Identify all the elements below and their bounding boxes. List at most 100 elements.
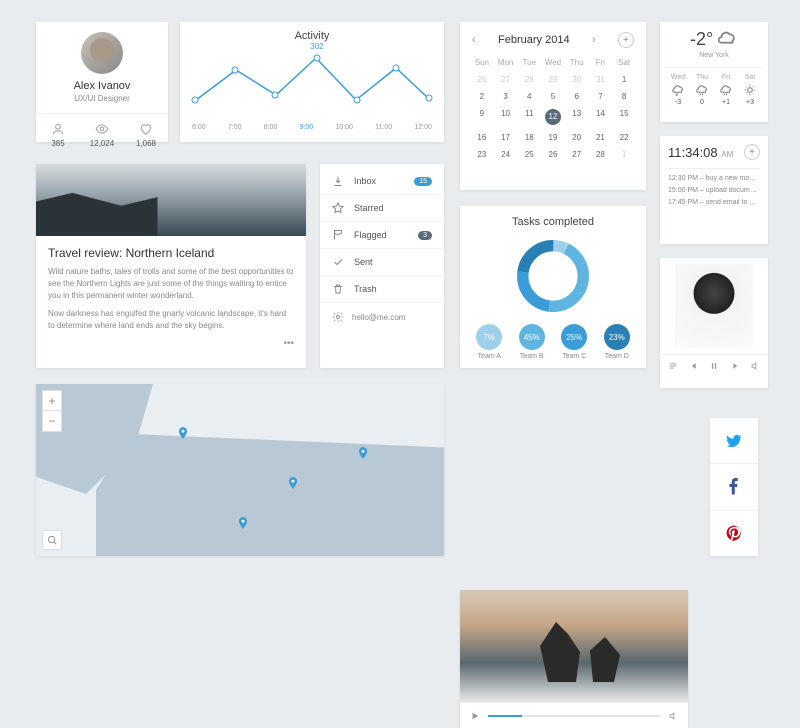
activity-card: Activity 302 6:007:008:009:0010:0011:001… bbox=[180, 22, 444, 142]
cal-day[interactable]: 22 bbox=[614, 133, 634, 142]
cal-day[interactable]: 28 bbox=[591, 150, 611, 159]
volume-icon[interactable] bbox=[750, 361, 760, 371]
mail-item-sent[interactable]: Sent bbox=[320, 249, 444, 276]
twitter-button[interactable] bbox=[710, 418, 758, 464]
cal-day[interactable]: 21 bbox=[591, 133, 611, 142]
map-card[interactable]: + − bbox=[36, 384, 444, 556]
cal-day[interactable]: 15 bbox=[614, 109, 634, 125]
mail-item-inbox[interactable]: Inbox15 bbox=[320, 168, 444, 195]
cal-dow: Thu bbox=[567, 58, 587, 67]
tasks-card: Tasks completed 7%Team A45%Team B25%Team… bbox=[460, 206, 646, 368]
clock-add[interactable]: + bbox=[744, 144, 760, 160]
cal-day[interactable]: 25 bbox=[519, 150, 539, 159]
cal-day[interactable]: 16 bbox=[472, 133, 492, 142]
article-more[interactable]: ••• bbox=[48, 338, 294, 349]
playlist-icon[interactable] bbox=[668, 361, 678, 371]
tasks-title: Tasks completed bbox=[470, 216, 636, 228]
weather-icon bbox=[671, 83, 685, 97]
gear-icon bbox=[332, 311, 344, 323]
task-team[interactable]: 45%Team B bbox=[513, 324, 552, 360]
cal-prev[interactable]: ‹ bbox=[472, 34, 476, 46]
cal-day[interactable]: 1 bbox=[614, 75, 634, 84]
cal-day[interactable]: 24 bbox=[496, 150, 516, 159]
cal-day[interactable]: 2 bbox=[472, 92, 492, 101]
task-team[interactable]: 23%Team D bbox=[598, 324, 637, 360]
forecast-day[interactable]: Thu0 bbox=[690, 74, 714, 106]
task-team[interactable]: 7%Team A bbox=[470, 324, 509, 360]
cal-day-dim[interactable]: 31 bbox=[591, 75, 611, 84]
mail-footer[interactable]: hello@me.com bbox=[320, 303, 444, 331]
video-frame[interactable] bbox=[460, 590, 688, 702]
peak-label: 302 bbox=[310, 42, 323, 51]
cal-day-dim[interactable]: 27 bbox=[496, 75, 516, 84]
cal-day[interactable]: 7 bbox=[591, 92, 611, 101]
map-pin-1[interactable] bbox=[176, 424, 190, 442]
cal-day[interactable]: 19 bbox=[543, 133, 563, 142]
mail-icon bbox=[332, 229, 344, 241]
profile-card: Alex Ivanov UX/UI Designer 385 12,024 1,… bbox=[36, 22, 168, 142]
cal-dow: Wed bbox=[543, 58, 563, 67]
cal-day[interactable]: 13 bbox=[567, 109, 587, 125]
forecast-day[interactable]: Wed-3 bbox=[666, 74, 690, 106]
cal-day[interactable]: 27 bbox=[567, 150, 587, 159]
pause-icon[interactable] bbox=[709, 361, 719, 371]
cal-add[interactable]: + bbox=[618, 32, 634, 48]
cal-day[interactable]: 11 bbox=[519, 109, 539, 125]
cal-next[interactable]: › bbox=[592, 34, 596, 46]
cal-day[interactable]: 3 bbox=[496, 92, 516, 101]
mail-card: Inbox15StarredFlagged3SentTrash hello@me… bbox=[320, 164, 444, 368]
cal-day[interactable]: 20 bbox=[567, 133, 587, 142]
clock-time: 11:34:08 AM bbox=[668, 145, 733, 160]
forecast-day[interactable]: Sat+3 bbox=[738, 74, 762, 106]
cal-day[interactable]: 12 bbox=[545, 109, 561, 125]
cal-day[interactable]: 23 bbox=[472, 150, 492, 159]
stat-views[interactable]: 12,024 bbox=[80, 114, 124, 156]
clock-event[interactable]: 17:45 PM – send email to Rachel bbox=[668, 199, 760, 206]
profile-name: Alex Ivanov bbox=[36, 80, 168, 92]
volume-icon[interactable] bbox=[668, 711, 678, 721]
avatar[interactable] bbox=[81, 32, 123, 74]
cal-day-dim[interactable]: 1 bbox=[614, 150, 634, 159]
map-pin-4[interactable] bbox=[236, 514, 250, 532]
calendar-grid: SunMonTueWedThuFriSat2627282930311234567… bbox=[472, 58, 634, 159]
cal-day[interactable]: 26 bbox=[543, 150, 563, 159]
cal-day[interactable]: 18 bbox=[519, 133, 539, 142]
mail-item-starred[interactable]: Starred bbox=[320, 195, 444, 222]
zoom-out[interactable]: − bbox=[43, 411, 61, 431]
stat-followers[interactable]: 385 bbox=[36, 114, 80, 156]
pinterest-button[interactable] bbox=[710, 511, 758, 556]
pinterest-icon bbox=[725, 524, 743, 542]
cal-day[interactable]: 6 bbox=[567, 92, 587, 101]
clock-event[interactable]: 12:30 PM – buy a new mouse bbox=[668, 168, 760, 182]
article-p2: Now darkness has engulfed the gnarly vol… bbox=[48, 308, 294, 332]
forecast-day[interactable]: Fri+1 bbox=[714, 74, 738, 106]
mail-item-flagged[interactable]: Flagged3 bbox=[320, 222, 444, 249]
facebook-button[interactable] bbox=[710, 464, 758, 510]
play-icon[interactable] bbox=[470, 711, 480, 721]
task-team[interactable]: 25%Team C bbox=[555, 324, 594, 360]
map-pin-2[interactable] bbox=[286, 474, 300, 492]
map-search[interactable] bbox=[42, 530, 62, 550]
cal-day[interactable]: 14 bbox=[591, 109, 611, 125]
cal-day[interactable]: 10 bbox=[496, 109, 516, 125]
prev-icon[interactable] bbox=[689, 361, 699, 371]
article-card: Travel review: Northern Iceland Wild nat… bbox=[36, 164, 306, 368]
cal-day[interactable]: 4 bbox=[519, 92, 539, 101]
map-pin-3[interactable] bbox=[356, 444, 370, 462]
cal-day-dim[interactable]: 28 bbox=[519, 75, 539, 84]
cal-day[interactable]: 9 bbox=[472, 109, 492, 125]
clock-event[interactable]: 15:00 PM – upload documents for... bbox=[668, 187, 760, 194]
video-progress[interactable] bbox=[488, 715, 660, 717]
cal-day[interactable]: 8 bbox=[614, 92, 634, 101]
cal-month: February 2014 bbox=[498, 34, 570, 46]
cal-day[interactable]: 17 bbox=[496, 133, 516, 142]
zoom-in[interactable]: + bbox=[43, 391, 61, 411]
cal-day-dim[interactable]: 29 bbox=[543, 75, 563, 84]
next-icon[interactable] bbox=[730, 361, 740, 371]
cal-day[interactable]: 5 bbox=[543, 92, 563, 101]
tasks-donut bbox=[513, 236, 593, 316]
mail-item-trash[interactable]: Trash bbox=[320, 276, 444, 303]
cal-day-dim[interactable]: 26 bbox=[472, 75, 492, 84]
stat-likes[interactable]: 1,068 bbox=[124, 114, 168, 156]
cal-day-dim[interactable]: 30 bbox=[567, 75, 587, 84]
